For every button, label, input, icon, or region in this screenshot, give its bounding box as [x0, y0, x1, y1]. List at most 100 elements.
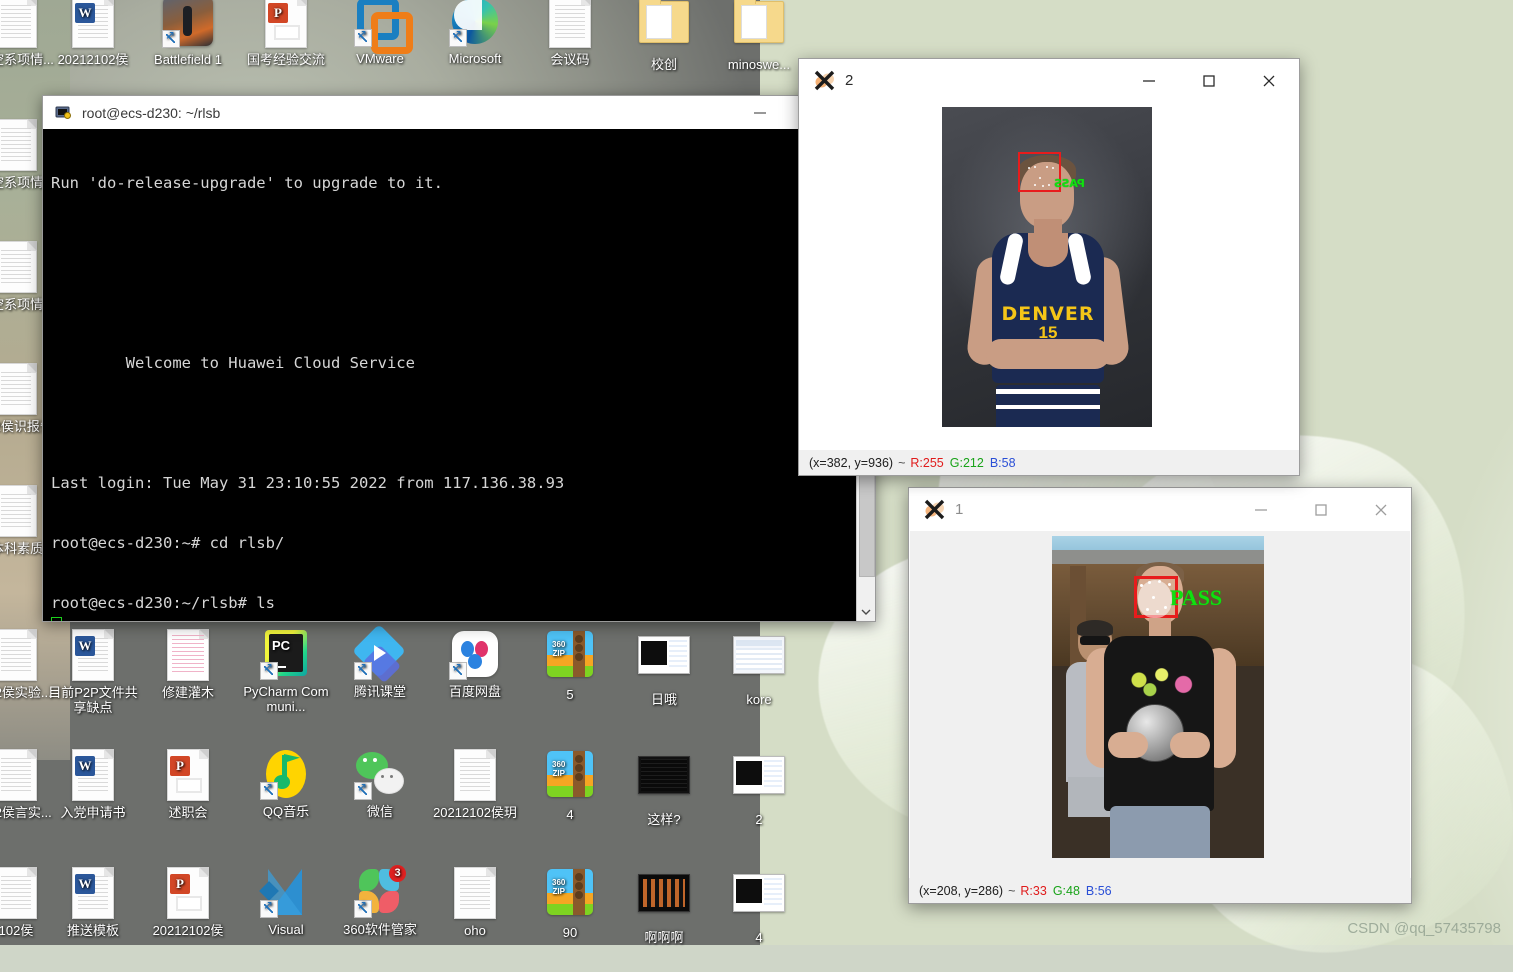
pixel-green-value: G:48	[1052, 883, 1080, 898]
terminal-title-bar[interactable]: root@ecs-d230: ~/rlsb	[43, 96, 875, 130]
desktop-icon[interactable]: 腾讯课堂	[332, 624, 428, 699]
desktop-icon[interactable]: 微信	[332, 748, 428, 819]
desktop-icon[interactable]: oho	[427, 866, 523, 938]
desktop-icon[interactable]: P 述职会	[140, 748, 236, 820]
desktop-icon[interactable]: W 推送模板	[45, 866, 141, 938]
viewer2-close-button[interactable]	[1239, 59, 1299, 102]
battlefield-game-icon	[162, 0, 214, 48]
face-match-label: PASS	[1170, 585, 1223, 610]
basketball-player-photo: DENVER 15 PASS	[942, 107, 1152, 427]
document-icon	[0, 629, 42, 681]
word-document-icon: W	[67, 749, 119, 801]
desktop-icon[interactable]: P 国考经验交流	[238, 0, 334, 67]
desktop-icon[interactable]: 20212102侯玥	[427, 748, 523, 820]
folder-icon	[638, 0, 690, 53]
baidu-netdisk-icon	[449, 628, 501, 680]
terminal-line: Run 'do-release-upgrade' to upgrade to i…	[51, 174, 443, 192]
pixel-blue-value: B:58	[989, 455, 1016, 470]
terminal-text: Run 'do-release-upgrade' to upgrade to i…	[51, 133, 849, 621]
document-icon	[0, 119, 42, 171]
viewer1-maximize-button[interactable]	[1291, 488, 1351, 531]
desktop-icon[interactable]: VMware	[332, 0, 428, 66]
desktop-icon[interactable]: 这样?	[616, 748, 712, 827]
viewer1-title-bar[interactable]: 1	[909, 488, 1411, 531]
viewer2-image-canvas[interactable]: DENVER 15 PASS	[800, 102, 1298, 450]
viewer2-title-bar[interactable]: 2	[799, 59, 1299, 102]
image-viewer-window-2[interactable]: 2 DENVER 15 PASS (x=382, y=936) ~ R:255 …	[798, 58, 1300, 476]
terminal-line: Last login: Tue May 31 23:10:55 2022 fro…	[51, 474, 565, 492]
zip-archive-icon: 360 ZIP	[544, 869, 596, 921]
zip-archive-icon: 360 ZIP	[544, 631, 596, 683]
screenshot-thumbnail-icon	[733, 874, 785, 926]
vmware-icon	[354, 0, 413, 54]
xorg-logo-icon	[813, 69, 836, 92]
screenshot-thumbnail-icon	[638, 636, 690, 688]
document-icon	[0, 363, 42, 415]
desktop-icon[interactable]: W 入党申请书	[45, 748, 141, 820]
terminal-window[interactable]: root@ecs-d230: ~/rlsb Run 'do-release-up…	[42, 95, 876, 622]
desktop-icon[interactable]: W 20212102侯	[45, 0, 141, 67]
desktop-icon[interactable]: QQ音乐	[238, 748, 334, 819]
screenshot-thumbnail-icon	[733, 756, 785, 808]
desktop-icon[interactable]: 4	[711, 866, 807, 945]
desktop-icon[interactable]: PC PyCharm Communi...	[238, 628, 334, 714]
desktop-icon[interactable]: 啊啊啊	[616, 866, 712, 945]
terminal-minimize-button[interactable]	[737, 96, 783, 129]
powerpoint-document-icon: P	[162, 749, 214, 801]
document-icon	[0, 749, 42, 801]
image-viewer-window-1[interactable]: 1 PASS (x=208, y=286) ~ R:33 G:48 B:56	[908, 487, 1412, 904]
desktop-icon[interactable]: 360 ZIP 4	[522, 748, 618, 822]
document-icon	[0, 241, 42, 293]
terminal-title-text: root@ecs-d230: ~/rlsb	[82, 104, 221, 121]
terminal-thumbnail-icon	[638, 756, 690, 808]
viewer1-image-canvas[interactable]: PASS	[910, 531, 1410, 878]
desktop-icon[interactable]: 日哦	[616, 628, 712, 707]
desktop-icon[interactable]: 百度网盘	[427, 628, 523, 699]
putty-icon	[55, 104, 73, 122]
outdoor-person-photo: PASS	[1052, 536, 1264, 858]
desktop-icon[interactable]: Microsoft	[427, 0, 523, 66]
zip-archive-icon: 360 ZIP	[544, 751, 596, 803]
viewer1-status-bar: (x=208, y=286) ~ R:33 G:48 B:56	[909, 878, 1411, 903]
desktop-icon[interactable]: 360 ZIP 90	[522, 866, 618, 940]
pixel-green-value: G:212	[949, 455, 984, 470]
desktop-icon[interactable]: W 目前P2P文件共享缺点	[45, 628, 141, 715]
viewer2-status-bar: (x=382, y=936) ~ R:255 G:212 B:58	[799, 450, 1299, 475]
desktop-icon[interactable]: Battlefield 1	[140, 0, 236, 67]
powerpoint-document-icon: P	[162, 867, 214, 919]
pixel-coordinates: (x=208, y=286)	[919, 883, 1004, 898]
desktop-icon[interactable]: 3 360软件管家	[332, 865, 428, 937]
desktop-icon[interactable]: minoswe...	[711, 0, 807, 72]
terminal-output-area[interactable]: Run 'do-release-upgrade' to upgrade to i…	[43, 129, 875, 621]
tencent-classroom-icon	[352, 624, 406, 684]
desktop-icon[interactable]: kore	[711, 628, 807, 707]
pixel-coordinates: (x=382, y=936)	[809, 455, 894, 470]
document-icon	[0, 867, 42, 919]
document-icon	[449, 867, 501, 919]
word-document-icon: W	[67, 867, 119, 919]
powerpoint-document-icon: P	[260, 0, 312, 48]
face-blur-mask	[1138, 580, 1172, 618]
terminal-line: Welcome to Huawei Cloud Service	[51, 354, 415, 372]
desktop-icon[interactable]: 校创	[616, 0, 712, 72]
viewer1-close-button[interactable]	[1351, 488, 1411, 531]
desktop-icon[interactable]: 修建灌木	[140, 628, 236, 700]
screenshot-thumbnail-icon	[733, 636, 785, 688]
desktop-icon[interactable]: 360 ZIP 5	[522, 628, 618, 702]
360-security-icon: 3	[354, 865, 406, 918]
viewer2-maximize-button[interactable]	[1179, 59, 1239, 102]
desktop-icon[interactable]: 会议码	[522, 0, 618, 67]
terminal-cursor	[51, 617, 62, 621]
desktop-icon[interactable]: P 20212102侯	[140, 866, 236, 938]
jersey-team-text: DENVER	[1001, 303, 1095, 325]
desktop-icon[interactable]: 2	[711, 748, 807, 827]
viewer2-minimize-button[interactable]	[1119, 59, 1179, 102]
csdn-watermark: CSDN @qq_57435798	[1347, 920, 1501, 937]
minesweeper-thumbnail-icon	[638, 874, 690, 926]
scroll-down-icon[interactable]	[857, 603, 875, 621]
viewer1-minimize-button[interactable]	[1231, 488, 1291, 531]
pixel-red-value: R:255	[910, 455, 944, 470]
desktop-icon[interactable]: Visual	[238, 866, 334, 937]
